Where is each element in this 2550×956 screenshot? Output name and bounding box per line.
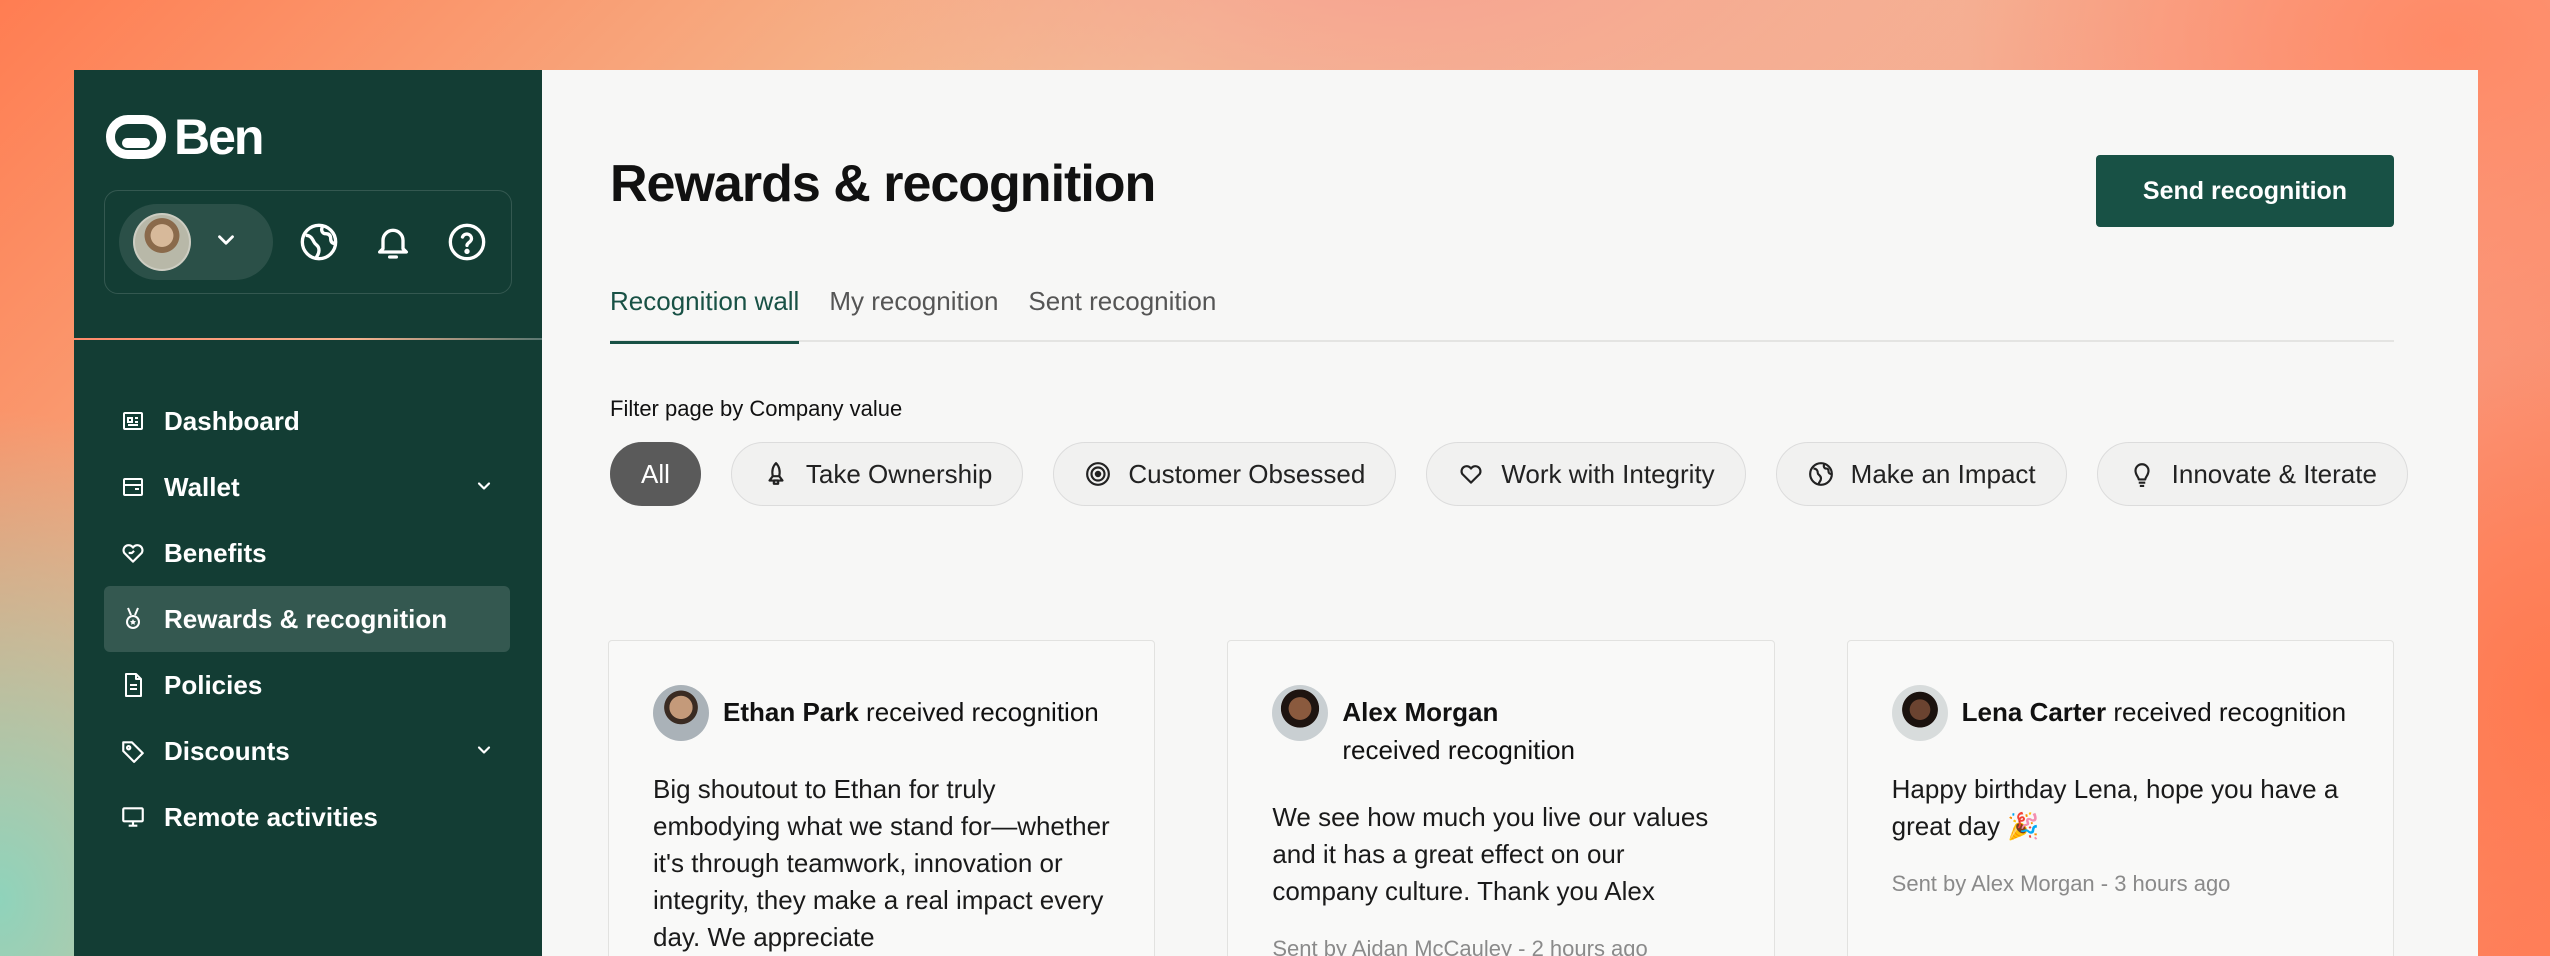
- sidebar-item-wallet[interactable]: Wallet: [104, 454, 510, 520]
- sidebar-nav: Dashboard Wallet Benefits Rewards & reco…: [104, 388, 510, 850]
- globe-icon[interactable]: [291, 214, 347, 270]
- sidebar-item-rewards[interactable]: Rewards & recognition: [104, 586, 510, 652]
- rocket-icon: [762, 460, 790, 488]
- monitor-icon: [120, 804, 146, 830]
- logo[interactable]: Ben: [106, 108, 264, 166]
- tab-sent-recognition[interactable]: Sent recognition: [1028, 284, 1216, 342]
- tag-icon: [120, 738, 146, 764]
- heart-icon: [1457, 460, 1485, 488]
- card-title-suffix: received recognition: [2106, 697, 2347, 727]
- chip-innovate-iterate[interactable]: Innovate & Iterate: [2096, 442, 2408, 506]
- avatar: [653, 685, 709, 741]
- chip-make-an-impact[interactable]: Make an Impact: [1775, 442, 2067, 506]
- card-header: Alex Morgan received recognition: [1272, 685, 1729, 769]
- target-icon: [1084, 460, 1112, 488]
- card-message: We see how much you live our values and …: [1272, 802, 1709, 906]
- chip-label: All: [641, 458, 670, 489]
- chevron-down-icon: [474, 736, 494, 767]
- medal-icon: [120, 606, 146, 632]
- recipient-name: Alex Morgan: [1342, 697, 1499, 727]
- main-content: Rewards & recognition Send recognition R…: [542, 70, 2478, 956]
- page-title: Rewards & recognition: [610, 155, 1156, 213]
- card-title: Ethan Park received recognition: [723, 685, 1099, 731]
- heart-hand-icon: [120, 540, 146, 566]
- sidebar-item-remote-activities[interactable]: Remote activities: [104, 784, 510, 850]
- recognition-card[interactable]: Ethan Park received recognition Big shou…: [608, 640, 1156, 956]
- brand-name: Ben: [174, 109, 264, 165]
- chevron-down-icon: [474, 472, 494, 503]
- bell-icon[interactable]: [365, 214, 421, 270]
- chip-label: Work with Integrity: [1501, 458, 1715, 489]
- globe-icon: [1807, 460, 1835, 488]
- app-window: Ben Dashboard Wallet Benefits Rewards & …: [74, 70, 2478, 956]
- user-toolbar: [104, 190, 512, 294]
- tab-recognition-wall[interactable]: Recognition wall: [610, 284, 800, 344]
- tab-my-recognition[interactable]: My recognition: [829, 284, 998, 342]
- sidebar-item-label: Rewards & recognition: [164, 603, 448, 634]
- card-title: Alex Morgan received recognition: [1342, 685, 1575, 769]
- wallet-icon: [120, 474, 146, 500]
- recognition-card[interactable]: Alex Morgan received recognition We see h…: [1227, 640, 1775, 956]
- avatar: [1272, 685, 1329, 741]
- account-menu-button[interactable]: [119, 204, 273, 280]
- chip-label: Customer Obsessed: [1128, 458, 1366, 489]
- sidebar-item-label: Wallet: [164, 471, 240, 502]
- sidebar-item-label: Dashboard: [164, 405, 300, 436]
- send-recognition-button[interactable]: Send recognition: [2096, 155, 2394, 227]
- card-header: Lena Carter received recognition: [1891, 685, 2349, 741]
- card-header: Ethan Park received recognition: [653, 685, 1110, 741]
- card-sender-meta: Sent by Aidan McCauley - 2 hours ago: [1272, 936, 1648, 956]
- value-filter-chips: All Take Ownership Customer Obsessed Wor…: [610, 442, 2478, 506]
- sidebar-item-discounts[interactable]: Discounts: [104, 718, 510, 784]
- lightbulb-icon: [2128, 460, 2156, 488]
- chip-label: Take Ownership: [805, 458, 993, 489]
- chip-label: Innovate & Iterate: [2171, 458, 2377, 489]
- recognition-cards: Ethan Park received recognition Big shou…: [608, 640, 2394, 956]
- card-title-suffix: received recognition: [1342, 735, 1576, 765]
- filter-label: Filter page by Company value: [610, 396, 903, 421]
- sidebar-item-label: Benefits: [164, 537, 267, 568]
- chip-work-with-integrity[interactable]: Work with Integrity: [1426, 442, 1746, 506]
- card-sender-meta: Sent by Alex Morgan - 3 hours ago: [1891, 871, 2231, 896]
- sidebar-item-benefits[interactable]: Benefits: [104, 520, 510, 586]
- sidebar-item-dashboard[interactable]: Dashboard: [104, 388, 510, 454]
- card-message: Big shoutout to Ethan for truly embodyin…: [653, 774, 1110, 952]
- card-message: Happy birthday Lena, hope you have a gre…: [1891, 774, 2339, 841]
- card-title: Lena Carter received recognition: [1962, 685, 2346, 731]
- ben-logo-mark: [106, 115, 166, 159]
- chevron-down-icon: [213, 227, 239, 258]
- chip-customer-obsessed[interactable]: Customer Obsessed: [1053, 442, 1397, 506]
- document-icon: [120, 672, 146, 698]
- sidebar-divider: [74, 338, 542, 340]
- sidebar-item-policies[interactable]: Policies: [104, 652, 510, 718]
- chip-take-ownership[interactable]: Take Ownership: [730, 442, 1024, 506]
- card-title-suffix: received recognition: [858, 697, 1099, 727]
- sidebar-item-label: Policies: [164, 669, 263, 700]
- sidebar-item-label: Remote activities: [164, 801, 378, 832]
- recognition-card[interactable]: Lena Carter received recognition Happy b…: [1846, 640, 2394, 956]
- help-icon[interactable]: [439, 214, 495, 270]
- recipient-name: Ethan Park: [723, 697, 859, 727]
- dashboard-icon: [120, 408, 146, 434]
- avatar: [133, 213, 191, 271]
- recipient-name: Lena Carter: [1961, 697, 2107, 727]
- sidebar-item-label: Discounts: [164, 735, 290, 766]
- sidebar: Ben Dashboard Wallet Benefits Rewards & …: [74, 70, 542, 956]
- avatar: [1891, 685, 1948, 741]
- tab-bar: Recognition wall My recognition Sent rec…: [610, 284, 2394, 344]
- chip-all[interactable]: All: [610, 442, 701, 506]
- chip-label: Make an Impact: [1850, 458, 2036, 489]
